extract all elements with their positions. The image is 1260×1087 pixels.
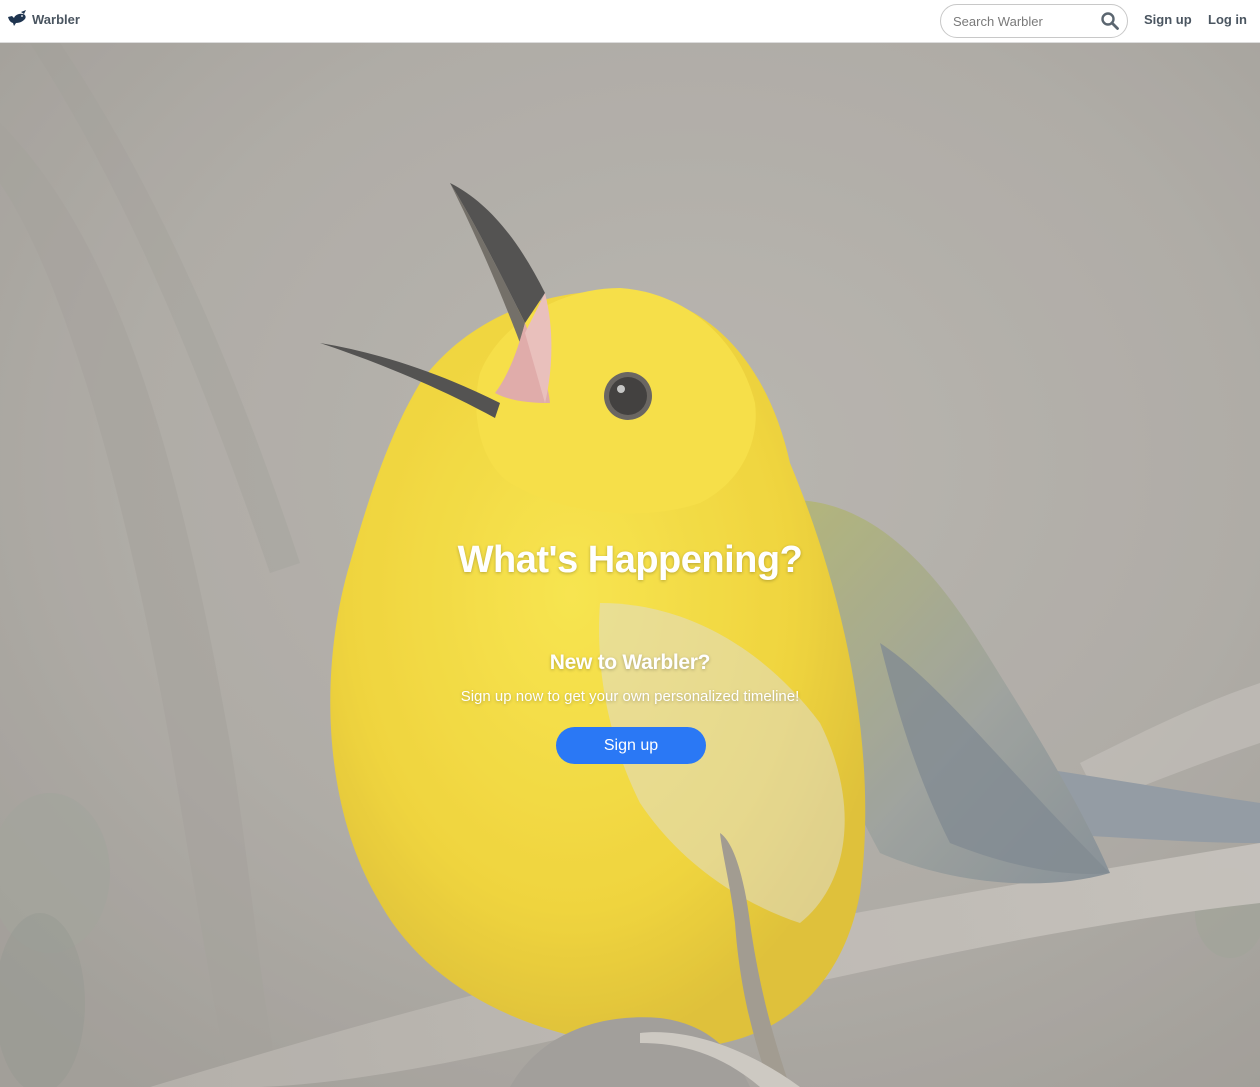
hero-subtitle: New to Warbler? [549, 651, 711, 674]
top-navbar: Warbler Sign up Log in [0, 0, 1260, 43]
brand-name: Warbler [32, 11, 80, 27]
brand-link[interactable]: Warbler [7, 9, 80, 29]
nav-signup-link[interactable]: Sign up [1144, 12, 1192, 27]
nav-login-link[interactable]: Log in [1208, 12, 1247, 27]
bird-logo-icon [8, 10, 26, 26]
hero-title: What's Happening? [457, 539, 803, 581]
search-icon[interactable] [1100, 11, 1120, 31]
search-input[interactable] [953, 12, 1093, 30]
hero-section: What's Happening? New to Warbler? Sign u… [0, 43, 1260, 1087]
hero-signup-button[interactable]: Sign up [556, 727, 706, 764]
hero-text: Sign up now to get your own personalized… [460, 688, 800, 705]
search-box [940, 4, 1128, 38]
